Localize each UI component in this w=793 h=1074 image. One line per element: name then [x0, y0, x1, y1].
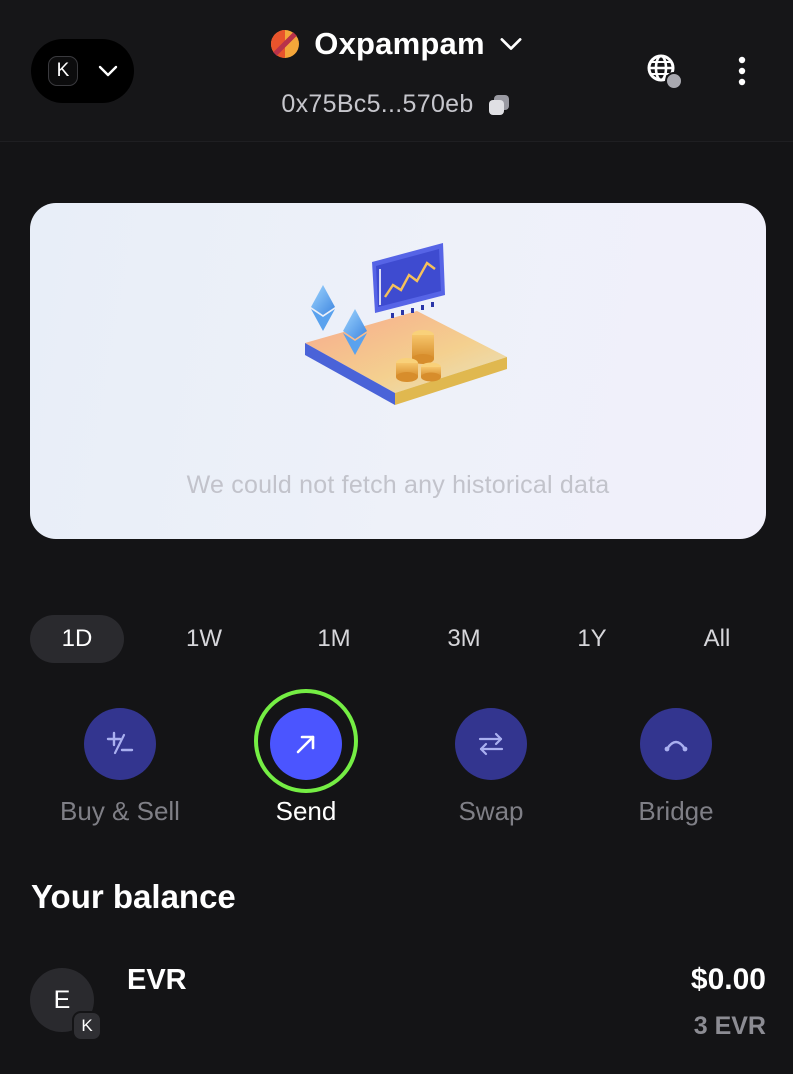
swap-circle — [455, 708, 527, 780]
bridge-button[interactable]: Bridge — [601, 708, 751, 833]
no-data-message: We could not fetch any historical data — [186, 471, 610, 499]
address-row: 0x75Bc5...570eb — [0, 90, 793, 119]
asset-symbol: EVR — [127, 964, 187, 996]
period-tab-all[interactable]: All — [671, 615, 763, 663]
wallet-address[interactable]: 0x75Bc5...570eb — [281, 90, 473, 119]
chevron-down-icon — [98, 65, 118, 77]
bridge-icon — [664, 740, 688, 752]
header: K Oxpampam 0x75Bc5...570eb — [0, 0, 793, 142]
plus-minus-icon — [106, 731, 134, 755]
period-tab-1d[interactable]: 1D — [30, 615, 124, 663]
swap-arrows-icon — [478, 732, 504, 756]
arrow-up-right-icon — [296, 735, 315, 754]
swap-button[interactable]: Swap — [416, 708, 566, 833]
bridge-circle — [640, 708, 712, 780]
wallet-chevron-down-icon — [500, 38, 522, 50]
send-button[interactable]: Send — [231, 708, 381, 833]
more-vertical-icon[interactable] — [726, 52, 758, 90]
period-selector: 1D 1W 1M 3M 1Y All — [30, 615, 766, 663]
buy-sell-label: Buy & Sell — [60, 796, 180, 826]
period-tab-1y[interactable]: 1Y — [546, 615, 638, 663]
swap-label: Swap — [458, 796, 524, 826]
wallet-selector[interactable]: Oxpampam — [270, 26, 522, 62]
empty-chart-illustration — [305, 243, 507, 405]
asset-network-badge: K — [72, 1011, 102, 1041]
copy-icon[interactable] — [486, 92, 512, 118]
period-tab-3m[interactable]: 3M — [418, 615, 510, 663]
wallet-screen: K Oxpampam 0x75Bc5...570eb We could not … — [0, 0, 793, 1074]
asset-fiat-value: $0.00 — [690, 963, 766, 996]
balance-title: Your balance — [31, 878, 236, 915]
period-tab-1m[interactable]: 1M — [288, 615, 380, 663]
wallet-logo-icon — [271, 30, 300, 58]
buy-sell-button[interactable]: Buy & Sell — [45, 708, 195, 833]
asset-amount: 3 EVR — [693, 1012, 766, 1040]
price-chart-card: We could not fetch any historical data — [30, 203, 766, 539]
period-tab-1w[interactable]: 1W — [158, 615, 250, 663]
wallet-name: Oxpampam — [314, 26, 485, 61]
bridge-label: Bridge — [638, 796, 714, 826]
send-circle — [270, 708, 342, 780]
globe-icon[interactable] — [644, 52, 686, 94]
buy-sell-circle — [84, 708, 156, 780]
asset-row[interactable]: E K EVR $0.00 3 EVR — [30, 955, 766, 1055]
send-label: Send — [275, 796, 337, 826]
